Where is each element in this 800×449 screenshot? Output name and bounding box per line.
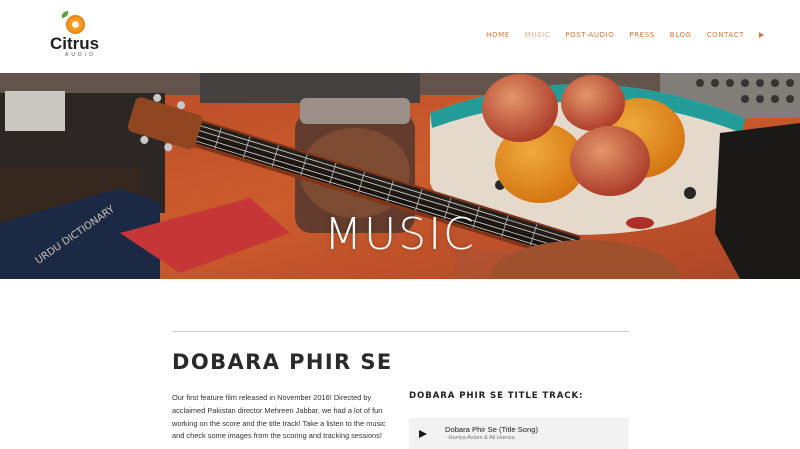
hero-banner: URDU DICTIONARY MUSIC [0,73,800,279]
nav-home[interactable]: HOME [486,31,510,40]
logo-subtitle: AUDIO [65,52,96,58]
audio-player[interactable]: Dobara Phir Se (Title Song) - Haniya Asl… [409,418,629,449]
hero-title: MUSIC [324,209,476,260]
orange-fruit-icon [66,15,85,34]
logo-wordmark: Citrus [50,34,100,53]
play-icon[interactable] [759,32,764,38]
site-header: Citrus AUDIO HOME MUSIC POST-AUDIO PRESS… [0,0,800,73]
section-divider [172,331,629,332]
nav-blog[interactable]: BLOG [670,31,692,40]
nav-press[interactable]: PRESS [629,31,654,40]
project-intro: Our first feature film released in Novem… [172,393,386,441]
nav-post-audio[interactable]: POST-AUDIO [565,31,614,40]
song-artist: - Haniya Aslam & Ali Hamza [445,435,515,441]
citrus-audio-logo[interactable]: Citrus AUDIO [50,10,102,58]
project-title: DOBARA PHIR SE [172,350,393,374]
play-icon[interactable] [419,430,427,438]
nav-contact[interactable]: CONTACT [707,31,744,40]
track-section-heading: DOBARA PHIR SE TITLE TRACK: [409,391,584,401]
song-title: Dobara Phir Se (Title Song) [445,425,538,434]
nav-music[interactable]: MUSIC [525,31,551,40]
main-nav: HOME MUSIC POST-AUDIO PRESS BLOG CONTACT [471,31,764,40]
